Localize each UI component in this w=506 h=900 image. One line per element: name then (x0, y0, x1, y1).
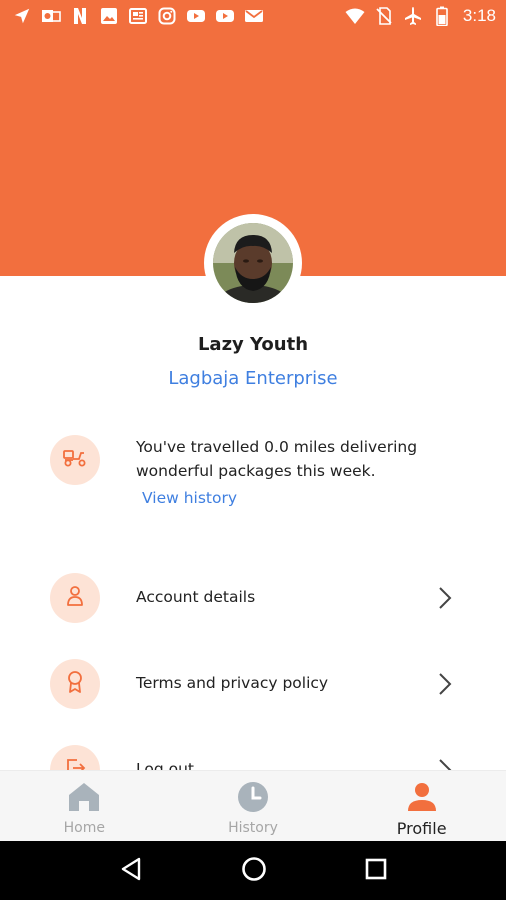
nav-tab-label: History (228, 820, 278, 836)
person-icon (406, 781, 438, 817)
award-ribbon-icon (64, 669, 86, 699)
youtube-icon (215, 6, 235, 26)
gmail-icon (244, 6, 264, 26)
menu-item-label: Terms and privacy policy (136, 674, 329, 692)
youtube-icon (186, 6, 206, 26)
home-icon (67, 781, 101, 817)
outlook-icon (41, 6, 61, 26)
nav-tab-label: Profile (396, 819, 447, 838)
navigation-icon (12, 6, 32, 26)
home-circle-icon[interactable] (241, 856, 267, 886)
delivery-scooter-icon (62, 448, 88, 472)
view-history-link[interactable]: View history (142, 489, 237, 507)
status-bar: 3:18 (0, 0, 506, 32)
notification-icons (12, 6, 264, 26)
menu-icon-circle (50, 659, 100, 709)
no-sim-icon (374, 6, 394, 26)
avatar[interactable] (204, 214, 302, 312)
system-status-icons: 3:18 (345, 6, 496, 26)
profile-company[interactable]: Lagbaja Enterprise (0, 368, 506, 389)
instagram-icon (157, 6, 177, 26)
nav-tab-history[interactable]: History (169, 771, 338, 841)
nav-tab-home[interactable]: Home (0, 771, 169, 841)
airplane-mode-icon (403, 6, 423, 26)
recents-icon[interactable] (365, 858, 387, 884)
chevron-right-icon (434, 671, 454, 697)
profile-name: Lazy Youth (197, 334, 309, 355)
news-icon (128, 6, 148, 26)
avatar-photo (213, 223, 293, 303)
back-icon[interactable] (119, 857, 143, 885)
status-time: 3:18 (462, 6, 496, 25)
nav-tab-label: Home (63, 820, 105, 836)
menu-item-label: Account details (136, 588, 256, 606)
bottom-navigation: Home History Profile (0, 770, 506, 841)
battery-icon (432, 6, 452, 26)
system-navigation-bar (0, 841, 506, 900)
clock-icon (237, 781, 269, 817)
nav-tab-profile[interactable]: Profile (337, 771, 506, 841)
menu-item-terms-privacy[interactable]: Terms and privacy policy (0, 654, 506, 714)
user-icon (64, 584, 86, 612)
menu-item-account-details[interactable]: Account details (0, 568, 506, 628)
travel-summary-text: You've travelled 0.0 miles delivering wo… (136, 438, 418, 480)
netflix-icon (70, 6, 90, 26)
travel-icon-circle (50, 435, 100, 485)
chevron-right-icon (434, 585, 454, 611)
wifi-icon (345, 6, 365, 26)
menu-icon-circle (50, 573, 100, 623)
image-icon (99, 6, 119, 26)
